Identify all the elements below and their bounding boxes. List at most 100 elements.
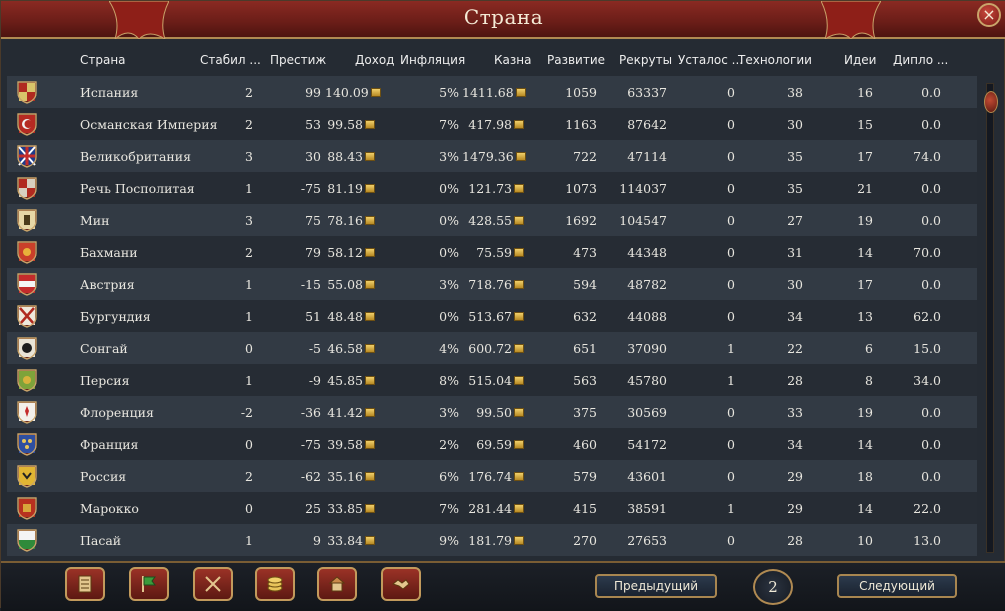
cell-value: 22 [787, 341, 803, 356]
col-header-war-exhaustion[interactable]: Усталос ... [678, 53, 743, 67]
cell-value: 34.0 [913, 373, 941, 388]
table-row[interactable]: Флоренция -2 -36 41.42 3% 99.50 375 30569 0 33 19 0… [7, 396, 977, 428]
gold-icon [365, 440, 375, 449]
ottoman-flag-icon[interactable] [15, 111, 39, 137]
cell-development: 1692 [545, 213, 597, 228]
pasai-flag-icon[interactable] [15, 527, 39, 553]
cell-ideas: 21 [829, 181, 873, 196]
col-header-treasury[interactable]: Казна [494, 53, 531, 67]
country-name[interactable]: Бахмани [80, 245, 138, 260]
table-row[interactable]: Марокко 0 25 33.85 7% 281.44 415 38591 1 29 14 22.0 [7, 492, 977, 524]
cell-manpower: 44088 [609, 309, 667, 324]
table-row[interactable]: Бургундия 1 51 48.48 0% 513.67 632 44088 0 34 13 62… [7, 300, 977, 332]
cell-value: 1692 [565, 213, 597, 228]
col-header-technology[interactable]: Технологии [738, 53, 812, 67]
col-header-income[interactable]: Доход [355, 53, 394, 67]
cell-value: 54172 [627, 437, 667, 452]
diplomacy-button[interactable] [381, 567, 421, 601]
russia-flag-icon[interactable] [15, 463, 39, 489]
country-name[interactable]: Флоренция [80, 405, 154, 420]
country-name[interactable]: Испания [80, 85, 138, 100]
col-header-manpower[interactable]: Рекруты [619, 53, 672, 67]
country-name[interactable]: Речь Посполитая [80, 181, 195, 196]
britain-flag-icon[interactable] [15, 143, 39, 169]
country-name[interactable]: Пасай [80, 533, 121, 548]
cell-value: 1163 [565, 117, 597, 132]
country-name[interactable]: Сонгай [80, 341, 128, 356]
table-row[interactable]: Бахмани 2 79 58.12 0% 75.59 473 44348 0 31 14 70.0 [7, 236, 977, 268]
austria-flag-icon[interactable] [15, 271, 39, 297]
country-name[interactable]: Австрия [80, 277, 135, 292]
table-row[interactable]: Речь Посполитая 1 -75 81.19 0% 121.73 1073 1140… [7, 172, 977, 204]
col-header-development[interactable]: Развитие [547, 53, 605, 67]
country-name[interactable]: Великобритания [80, 149, 191, 164]
table-row[interactable]: Австрия 1 -15 55.08 3% 718.76 594 48782 0 30 17 0.0 [7, 268, 977, 300]
cell-value: 3% [439, 149, 459, 164]
economy-button[interactable] [255, 567, 295, 601]
flag-button[interactable] [129, 567, 169, 601]
scrollbar-thumb[interactable] [984, 91, 998, 113]
country-name[interactable]: Персия [80, 373, 130, 388]
military-button[interactable] [193, 567, 233, 601]
next-page-button[interactable]: Следующий [837, 574, 957, 598]
col-header-stability[interactable]: Стабил ... [200, 53, 261, 67]
florence-flag-icon[interactable] [15, 399, 39, 425]
cell-value: 5% [439, 85, 459, 100]
table-row[interactable]: Мин 3 75 78.16 0% 428.55 1692 104547 0 27 19 0.0 [7, 204, 977, 236]
morocco-flag-icon[interactable] [15, 495, 39, 521]
cell-prestige: 75 [271, 213, 321, 228]
table-row[interactable]: Россия 2 -62 35.16 6% 176.74 579 43601 0 29 18 0.0 [7, 460, 977, 492]
gold-icon [514, 312, 524, 321]
burgundy-flag-icon[interactable] [15, 303, 39, 329]
country-name[interactable]: Бургундия [80, 309, 151, 324]
col-header-inflation[interactable]: Инфляция [400, 53, 465, 67]
table-row[interactable]: Испания 2 99 140.09 5% 1411.68 1059 63337 0 38 16 0… [7, 76, 977, 108]
cell-prestige: 99 [271, 85, 321, 100]
cell-value: 35.16 [327, 469, 363, 484]
cell-value: 0% [439, 213, 459, 228]
cell-treasury: 515.04 [462, 373, 524, 388]
cell-value: 0 [727, 149, 735, 164]
commonwealth-flag-icon[interactable] [15, 175, 39, 201]
col-header-diplo[interactable]: Дипло ... [893, 53, 948, 67]
col-header-prestige[interactable]: Престиж [270, 53, 326, 67]
previous-page-button[interactable]: Предыдущий [595, 574, 717, 598]
cell-income: 88.43 [325, 149, 375, 164]
france-flag-icon[interactable] [15, 431, 39, 457]
cell-value: 99.58 [327, 117, 363, 132]
table-row[interactable]: Сонгай 0 -5 46.58 4% 600.72 651 37090 1 22 6 15.0 [7, 332, 977, 364]
col-header-ideas[interactable]: Идеи [844, 53, 876, 67]
cell-manpower: 27653 [609, 533, 667, 548]
gold-icon [514, 280, 524, 289]
bahmanis-flag-icon[interactable] [15, 239, 39, 265]
gold-icon [514, 408, 524, 417]
cell-development: 375 [545, 405, 597, 420]
table-row[interactable]: Пасай 1 9 33.84 9% 181.79 270 27653 0 28 10 13.0 [7, 524, 977, 556]
songhai-flag-icon[interactable] [15, 335, 39, 361]
persia-flag-icon[interactable] [15, 367, 39, 393]
buildings-button[interactable] [317, 567, 357, 601]
country-name[interactable]: Марокко [80, 501, 139, 516]
table-row[interactable]: Персия 1 -9 45.85 8% 515.04 563 45780 1 28 8 34.0 [7, 364, 977, 396]
country-name[interactable]: Мин [80, 213, 109, 228]
table-row[interactable]: Османская Империя 2 53 99.58 7% 417.98 1163 876… [7, 108, 977, 140]
cell-diplo: 0.0 [897, 469, 941, 484]
close-button[interactable]: × [977, 3, 1001, 27]
country-name[interactable]: Франция [80, 437, 138, 452]
cell-value: 1 [727, 373, 735, 388]
cell-war-exhaustion: 1 [687, 373, 735, 388]
cell-inflation: 0% [409, 245, 459, 260]
ming-flag-icon[interactable] [15, 207, 39, 233]
table-row[interactable]: Франция 0 -75 39.58 2% 69.59 460 54172 0 34 14 0.0 [7, 428, 977, 460]
spain-flag-icon[interactable] [15, 79, 39, 105]
cell-war-exhaustion: 1 [687, 501, 735, 516]
country-name[interactable]: Россия [80, 469, 126, 484]
cell-value: 70.0 [913, 245, 941, 260]
table-row[interactable]: Великобритания 3 30 88.43 3% 1479.36 722 47114 0… [7, 140, 977, 172]
scrollbar-track[interactable] [986, 83, 994, 553]
country-name[interactable]: Османская Империя [80, 117, 217, 132]
cell-value: 29 [787, 501, 803, 516]
cell-inflation: 8% [409, 373, 459, 388]
ledger-button[interactable] [65, 567, 105, 601]
col-header-country[interactable]: Страна [80, 53, 126, 67]
